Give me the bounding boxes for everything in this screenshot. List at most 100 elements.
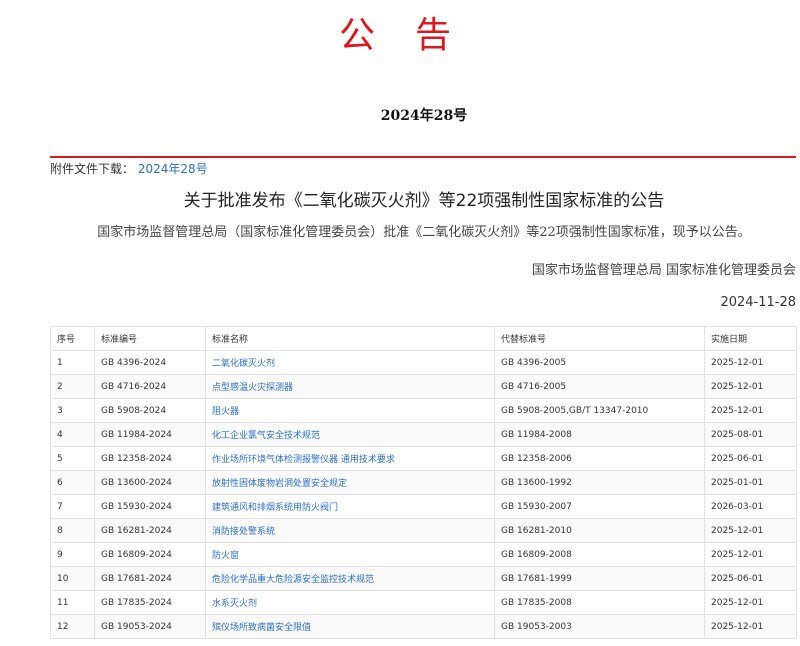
cell-name: 二氧化碳灭火剂: [205, 350, 495, 375]
standard-name-link[interactable]: 二氧化碳灭火剂: [212, 359, 275, 369]
cell-replaces: GB 12358-2006: [494, 446, 705, 471]
table-row: 7 GB 15930-2024 建筑通风和排烟系统用防火阀门 GB 15930-200…: [50, 494, 797, 519]
cell-code: GB 11984-2024: [94, 422, 206, 447]
standard-name-link[interactable]: 建筑通风和排烟系统用防火阀门: [212, 503, 338, 513]
cell-replaces: GB 11984-2008: [494, 422, 705, 447]
cell-effective-date: 2025-12-01: [704, 398, 797, 423]
cell-index: 11: [50, 590, 95, 615]
standard-name-link[interactable]: 殡仪场所致病菌安全限值: [212, 623, 311, 633]
article-heading: 关于批准发布《二氧化碳灭火剂》等22项强制性国家标准的公告: [183, 191, 665, 211]
cell-code: GB 13600-2024: [94, 470, 206, 495]
cell-replaces: GB 4396-2005: [494, 350, 705, 375]
cell-index: 6: [50, 470, 95, 495]
table-row: 2 GB 4716-2024 点型感温火灾探测器 GB 4716-2005 2025-1…: [50, 374, 797, 399]
cell-code: GB 16281-2024: [94, 518, 206, 543]
cell-effective-date: 2025-12-01: [704, 590, 797, 615]
table-row: 10 GB 17681-2024 危险化学品重大危险源安全监控技术规范 GB 1768…: [50, 566, 797, 591]
table-row: 8 GB 16281-2024 消防接处警系统 GB 16281-2010 2025-1…: [50, 518, 797, 543]
cell-code: GB 16809-2024: [94, 542, 206, 567]
cell-code: GB 17681-2024: [94, 566, 206, 591]
cell-name: 消防接处警系统: [205, 518, 495, 543]
cell-effective-date: 2025-06-01: [704, 566, 797, 591]
cell-code: GB 4716-2024: [94, 374, 206, 399]
cell-code: GB 4396-2024: [94, 350, 206, 375]
col-header-index: 序号: [50, 326, 95, 351]
cell-effective-date: 2025-12-01: [704, 374, 797, 399]
table-row: 3 GB 5908-2024 阻火器 GB 5908-2005,GB/T 13347-…: [50, 398, 797, 423]
cell-name: 化工企业氯气安全技术规范: [205, 422, 495, 447]
cell-replaces: GB 16281-2010: [494, 518, 705, 543]
cell-replaces: GB 17835-2008: [494, 590, 705, 615]
cell-replaces: GB 19053-2003: [494, 614, 705, 639]
cell-name: 殡仪场所致病菌安全限值: [205, 614, 495, 639]
cell-replaces: GB 5908-2005,GB/T 13347-2010: [494, 398, 705, 423]
table-row: 5 GB 12358-2024 作业场所环境气体检测报警仪器 通用技术要求 GB 12…: [50, 446, 797, 471]
table-row: 6 GB 13600-2024 放射性固体废物岩洞处置安全规定 GB 13600-19…: [50, 470, 797, 495]
table-row: 11 GB 17835-2024 水系灭火剂 GB 17835-2008 2025-12…: [50, 590, 797, 615]
cell-replaces: GB 16809-2008: [494, 542, 705, 567]
cell-index: 9: [50, 542, 95, 567]
standard-name-link[interactable]: 放射性固体废物岩洞处置安全规定: [212, 479, 347, 489]
table-body: 1 GB 4396-2024 二氧化碳灭火剂 GB 4396-2005 2025-12-…: [50, 350, 797, 639]
standard-name-link[interactable]: 危险化学品重大危险源安全监控技术规范: [212, 575, 374, 585]
issue-date: 2024-11-28: [720, 295, 796, 310]
cell-replaces: GB 4716-2005: [494, 374, 705, 399]
table-header-row: 序号 标准编号 标准名称 代替标准号 实施日期: [50, 326, 797, 351]
standards-table: 序号 标准编号 标准名称 代替标准号 实施日期 1 GB 4396-2024 二氧化…: [50, 326, 797, 639]
standard-name-link[interactable]: 水系灭火剂: [212, 599, 257, 609]
table-row: 4 GB 11984-2024 化工企业氯气安全技术规范 GB 11984-2008 2…: [50, 422, 797, 447]
cell-code: GB 5908-2024: [94, 398, 206, 423]
cell-name: 危险化学品重大危险源安全监控技术规范: [205, 566, 495, 591]
notice-title: 公告: [338, 15, 491, 56]
cell-name: 作业场所环境气体检测报警仪器 通用技术要求: [205, 446, 495, 471]
cell-index: 8: [50, 518, 95, 543]
cell-effective-date: 2025-12-01: [704, 518, 797, 543]
col-header-replaces: 代替标准号: [494, 326, 705, 351]
cell-effective-date: 2025-12-01: [704, 614, 797, 639]
cell-index: 5: [50, 446, 95, 471]
cell-name: 点型感温火灾探测器: [205, 374, 495, 399]
cell-index: 3: [50, 398, 95, 423]
cell-index: 7: [50, 494, 95, 519]
cell-effective-date: 2025-06-01: [704, 446, 797, 471]
standard-name-link[interactable]: 消防接处警系统: [212, 527, 275, 537]
col-header-code: 标准编号: [94, 326, 206, 351]
table-row: 12 GB 19053-2024 殡仪场所致病菌安全限值 GB 19053-2003 2…: [50, 614, 797, 639]
cell-index: 4: [50, 422, 95, 447]
cell-effective-date: 2025-12-01: [704, 350, 797, 375]
attachment-row: 附件文件下载： 2024年28号: [50, 160, 208, 177]
cell-index: 1: [50, 350, 95, 375]
cell-code: GB 12358-2024: [94, 446, 206, 471]
col-header-effective-date: 实施日期: [704, 326, 797, 351]
cell-code: GB 15930-2024: [94, 494, 206, 519]
standard-name-link[interactable]: 化工企业氯气安全技术规范: [212, 431, 320, 441]
attachment-label: 附件文件下载：: [50, 162, 135, 176]
cell-effective-date: 2025-08-01: [704, 422, 797, 447]
cell-name: 水系灭火剂: [205, 590, 495, 615]
cell-name: 建筑通风和排烟系统用防火阀门: [205, 494, 495, 519]
cell-code: GB 17835-2024: [94, 590, 206, 615]
notice-number: 2024年28号: [380, 108, 468, 124]
cell-name: 放射性固体废物岩洞处置安全规定: [205, 470, 495, 495]
col-header-name: 标准名称: [205, 326, 495, 351]
red-divider: [50, 156, 796, 158]
standard-name-link[interactable]: 作业场所环境气体检测报警仪器 通用技术要求: [212, 455, 395, 465]
standard-name-link[interactable]: 阻火器: [212, 407, 239, 417]
cell-effective-date: 2025-12-01: [704, 542, 797, 567]
cell-effective-date: 2025-01-01: [704, 470, 797, 495]
attachment-download-link[interactable]: 2024年28号: [138, 162, 208, 176]
cell-name: 防火窗: [205, 542, 495, 567]
standard-name-link[interactable]: 点型感温火灾探测器: [212, 383, 293, 393]
article-paragraph: 国家市场监督管理总局（国家标准化管理委员会）批准《二氧化碳灭火剂》等22项强制性…: [97, 225, 751, 240]
standard-name-link[interactable]: 防火窗: [212, 551, 239, 561]
table-row: 9 GB 16809-2024 防火窗 GB 16809-2008 2025-12-01: [50, 542, 797, 567]
cell-index: 12: [50, 614, 95, 639]
cell-replaces: GB 17681-1999: [494, 566, 705, 591]
cell-index: 2: [50, 374, 95, 399]
cell-code: GB 19053-2024: [94, 614, 206, 639]
cell-effective-date: 2026-03-01: [704, 494, 797, 519]
cell-index: 10: [50, 566, 95, 591]
cell-name: 阻火器: [205, 398, 495, 423]
cell-replaces: GB 13600-1992: [494, 470, 705, 495]
cell-replaces: GB 15930-2007: [494, 494, 705, 519]
